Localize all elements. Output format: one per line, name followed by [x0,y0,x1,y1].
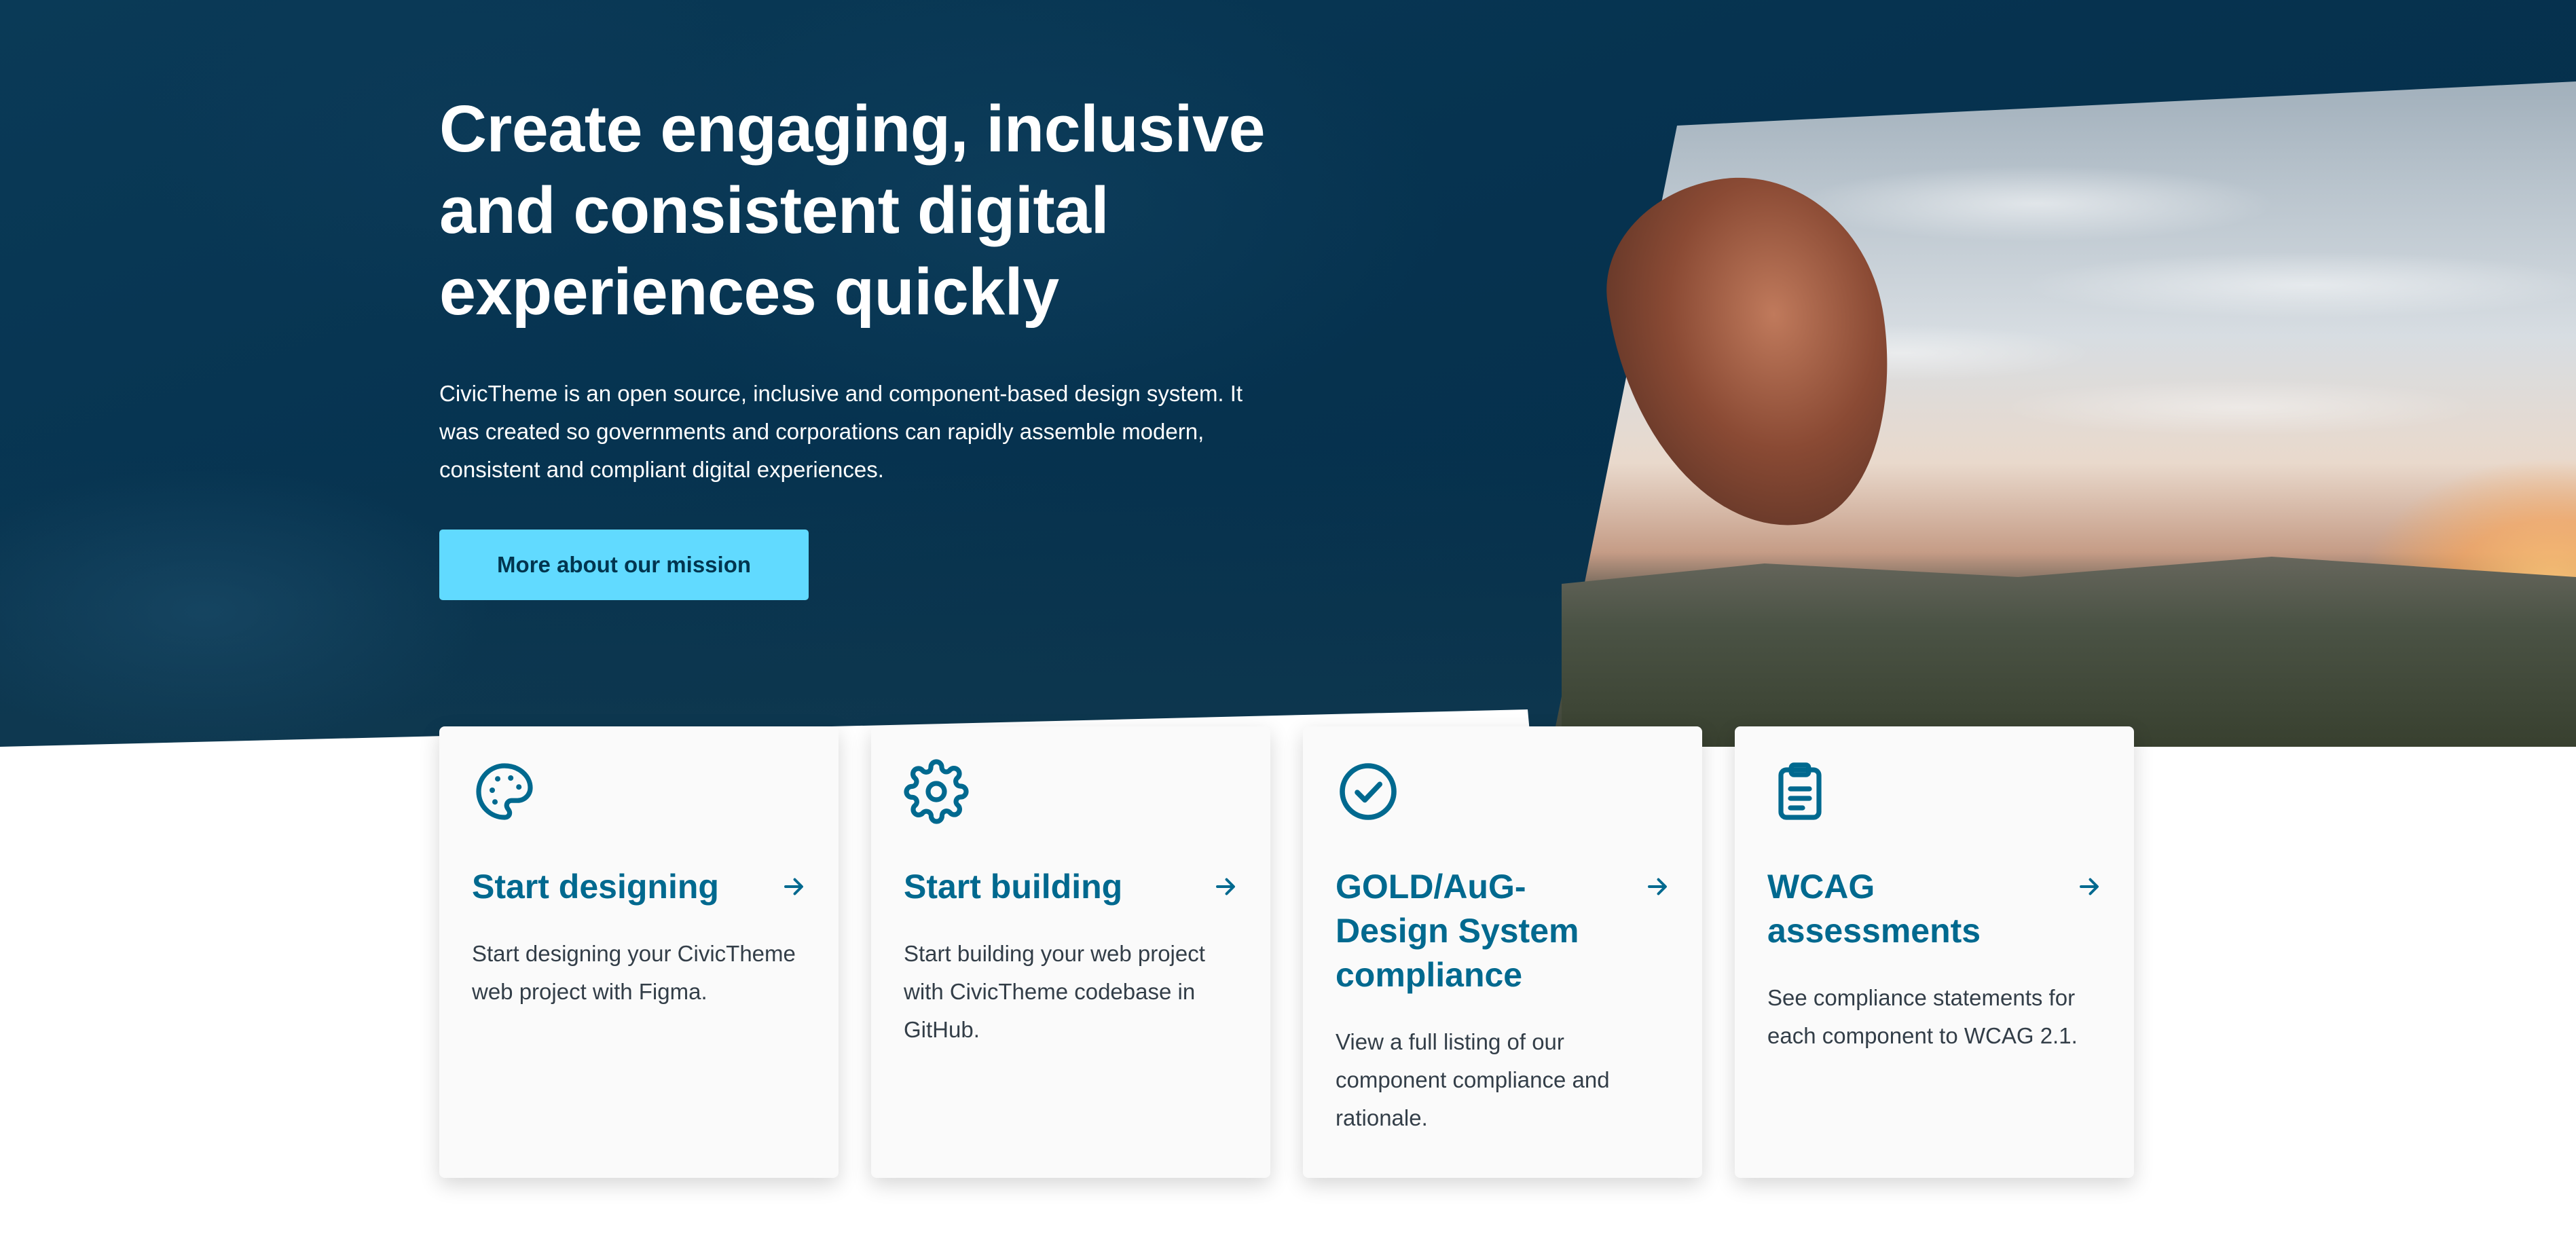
card-start-designing[interactable]: Start designing Start designing your Civ… [439,726,839,1178]
check-circle-icon [1336,759,1401,824]
card-title[interactable]: WCAG assessments [1767,865,2077,953]
card-compliance[interactable]: GOLD/AuG-Design System compliance View a… [1303,726,1702,1178]
card-title-row: WCAG assessments [1767,865,2101,953]
card-start-building[interactable]: Start building Start building your web p… [871,726,1270,1178]
card-title[interactable]: GOLD/AuG-Design System compliance [1336,865,1645,997]
hero-description: CivicTheme is an open source, inclusive … [439,381,1243,482]
arrow-right-icon [2080,878,2099,895]
hero-title: Create engaging, inclusive and consisten… [439,92,1266,329]
card-description: Start building your web project with Civ… [904,941,1205,1042]
gear-icon [904,759,969,824]
arrow-right-icon [1216,878,1235,895]
card-grid: Start designing Start designing your Civ… [439,726,2134,1178]
card-title-row: Start designing [472,865,806,909]
card-description: See compliance statements for each compo… [1767,985,2078,1048]
arrow-right-icon [1648,878,1667,895]
card-description: Start designing your CivicTheme web proj… [472,941,796,1004]
mission-button[interactable]: More about our mission [439,530,809,600]
card-description: View a full listing of our component com… [1336,1029,1610,1130]
card-title-row: Start building [904,865,1238,909]
card-wcag-assessments[interactable]: WCAG assessments See compliance statemen… [1735,726,2134,1178]
card-title[interactable]: Start designing [472,865,781,909]
hero-content: Create engaging, inclusive and consisten… [439,88,1288,600]
card-title[interactable]: Start building [904,865,1213,909]
card-title-row: GOLD/AuG-Design System compliance [1336,865,1670,997]
palette-icon [472,759,537,824]
hero-photo-hills [1562,557,2576,747]
arrow-right-icon [784,878,803,895]
hero-section [0,0,2576,747]
clipboard-icon [1767,759,1833,824]
